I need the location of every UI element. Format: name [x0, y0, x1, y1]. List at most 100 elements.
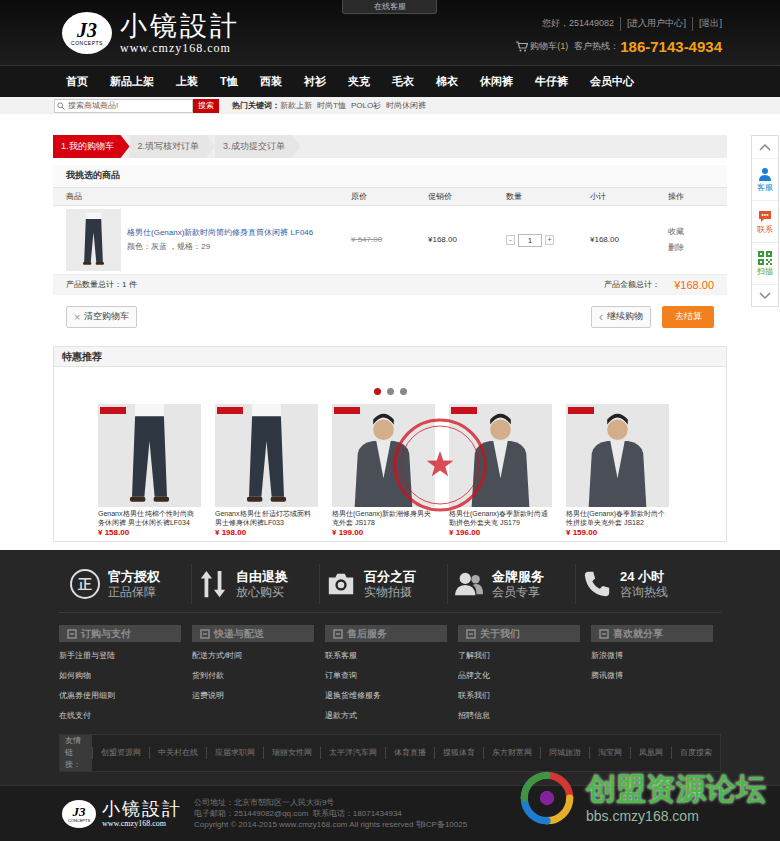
friend-link[interactable]: 淘宝网 [589, 747, 630, 759]
checkout-button[interactable]: 去结算 [662, 306, 714, 328]
continue-shopping-button[interactable]: ‹ 继续购物 [591, 306, 651, 328]
footer-link[interactable]: 如何购物 [59, 666, 181, 686]
user-center-link[interactable]: [进入用户中心] [620, 17, 692, 31]
nav-link[interactable]: 会员中心 [590, 73, 634, 90]
decrease-button[interactable]: - [506, 235, 515, 245]
copyright: Copyright © 2014-2015 www.cmzy168.com Al… [194, 819, 467, 830]
footer-link[interactable]: 了解我们 [458, 646, 580, 666]
product-name[interactable]: Genanx格男仕 舒适灯芯绒面料男士修身休闲裤LF033 [215, 509, 318, 527]
friend-link[interactable]: 同城旅游 [540, 747, 589, 759]
hot-keyword[interactable]: 新款上新 [280, 100, 312, 112]
product-image[interactable] [566, 404, 669, 507]
logout-link[interactable]: [退出] [692, 17, 722, 31]
carousel-dot[interactable] [400, 388, 407, 395]
side-float-item[interactable]: 扫描 [752, 242, 778, 284]
delete-link[interactable]: 删除 [668, 242, 727, 254]
nav-link[interactable]: 夹克 [348, 73, 370, 90]
footer-link[interactable]: 新浪微博 [591, 646, 713, 666]
product-name[interactable]: Genanx格男仕 纯棉个性时尚商务休闲裤 男士休闲长裤LF034 [98, 509, 201, 527]
nav-link[interactable]: 毛衣 [392, 73, 414, 90]
footer-logo[interactable]: J3CONCEPTS小镜設計www.cmzy168.com [62, 799, 182, 829]
brand-tag-icon [100, 407, 126, 414]
nav-link[interactable]: 西装 [260, 73, 282, 90]
product-card[interactable]: Genanx格男仕 纯棉个性时尚商务休闲裤 男士休闲长裤LF034¥ 158.0… [98, 404, 201, 538]
product-price: ¥ 196.00 [449, 528, 552, 538]
footer-link[interactable]: 联系客服 [325, 646, 447, 666]
footer-link[interactable]: 退款方式 [325, 706, 447, 726]
product-image[interactable] [449, 404, 552, 507]
friend-link[interactable]: 瑞丽女性网 [263, 747, 320, 759]
footer-link[interactable]: 招聘信息 [458, 706, 580, 726]
product-image[interactable] [332, 404, 435, 507]
product-card[interactable]: 格男仕(Genanx)春季新款时尚通勤拼色外套夹克 JS179¥ 196.00 [449, 404, 552, 538]
hot-keyword[interactable]: 时尚休闲裤 [386, 100, 426, 112]
favorite-link[interactable]: 收藏 [668, 226, 727, 238]
carousel-dot[interactable] [387, 388, 394, 395]
carousel-dot[interactable] [374, 388, 381, 395]
friend-link[interactable]: 东方财富网 [483, 747, 540, 759]
product-card[interactable]: Genanx格男仕 舒适灯芯绒面料男士修身休闲裤LF033¥ 198.00 [215, 404, 318, 538]
online-service-tab[interactable]: 在线客服 [342, 0, 437, 14]
product-image[interactable] [66, 209, 121, 271]
site-logo[interactable]: J3CONCEPTS小镜設計www.cmzy168.com [62, 11, 240, 55]
footer-link[interactable]: 腾讯微博 [591, 666, 713, 686]
nav-link[interactable]: 休闲裤 [480, 73, 513, 90]
logo-text: 小镜設計www.cmzy168.com [120, 11, 240, 55]
footer-link[interactable]: 新手注册与登陆 [59, 646, 181, 666]
product-image[interactable] [215, 404, 318, 507]
increase-button[interactable]: + [545, 235, 554, 245]
scroll-down-button[interactable] [752, 284, 778, 306]
back-icon: ‹ [599, 311, 603, 323]
product-name[interactable]: 格男仕(Genanx)春季新款时尚通勤拼色外套夹克 JS179 [449, 509, 552, 527]
footer-link[interactable]: 配送方式/时间 [192, 646, 314, 666]
nav-link[interactable]: 新品上架 [110, 73, 154, 90]
footer-column: 售后服务联系客服订单查询退换货维修服务退款方式 [325, 625, 447, 726]
product-card[interactable]: 格男仕(Genanx)新款潮修身男夹克外套 JS178¥ 199.00 [332, 404, 435, 538]
footer-link[interactable]: 订单查询 [325, 666, 447, 686]
selected-goods-title: 我挑选的商品 [53, 165, 727, 187]
site-header: J3CONCEPTS小镜設計www.cmzy168.com 在线客服 您好，25… [0, 0, 780, 65]
footer-link[interactable]: 退换货维修服务 [325, 686, 447, 706]
side-float-item[interactable]: 联系 [752, 200, 778, 242]
scroll-up-button[interactable] [752, 136, 778, 158]
friend-link[interactable]: 搜狐体育 [434, 747, 483, 759]
product-name[interactable]: 格男仕(Genanx)春季新款时尚个性拼接单夹克外套 JS182 [566, 509, 669, 527]
friend-link[interactable]: 体育直播 [385, 747, 434, 759]
seal-stamp-icon [392, 417, 488, 513]
nav-link[interactable]: T恤 [220, 73, 238, 90]
nav-link[interactable]: 首页 [66, 73, 88, 90]
friend-link[interactable]: 太平洋汽车网 [320, 747, 385, 759]
friend-link[interactable]: 中关村在线 [149, 747, 206, 759]
footer-link[interactable]: 货到付款 [192, 666, 314, 686]
side-float-item[interactable]: 客服 [752, 158, 778, 200]
friend-link[interactable]: 应届求职网 [206, 747, 263, 759]
cart-link[interactable]: 购物车(1) [530, 40, 568, 54]
search-input[interactable] [54, 99, 193, 113]
nav-link[interactable]: 棉衣 [436, 73, 458, 90]
exchange-icon [198, 569, 228, 599]
footer-column-title: 快递与配送 [214, 626, 264, 641]
hot-keyword[interactable]: POLO衫 [351, 100, 381, 112]
friend-link[interactable]: 创盟资源网 [92, 747, 149, 759]
search-button[interactable]: 搜索 [193, 99, 219, 113]
nav-link[interactable]: 衬衫 [304, 73, 326, 90]
nav-link[interactable]: 上装 [176, 73, 198, 90]
footer-link[interactable]: 在线支付 [59, 706, 181, 726]
clear-cart-button[interactable]: × 清空购物车 [66, 306, 137, 328]
product-image[interactable] [98, 404, 201, 507]
footer-link[interactable]: 联系我们 [458, 686, 580, 706]
cart-row: 格男仕(Genanx)新款时尚简约修身直筒休闲裤 LF046颜色：灰蓝 ，规格：… [53, 206, 727, 275]
nav-link[interactable]: 牛仔裤 [535, 73, 568, 90]
friend-link[interactable]: 凤凰网 [630, 747, 671, 759]
quantity-field[interactable]: 1 [518, 234, 542, 247]
footer-link-list: 了解我们品牌文化联系我们招聘信息 [458, 646, 580, 726]
service-feature: 金牌服务会员专享 [448, 564, 576, 604]
footer-link[interactable]: 优惠券使用细则 [59, 686, 181, 706]
footer-link[interactable]: 运费说明 [192, 686, 314, 706]
product-card[interactable]: 格男仕(Genanx)春季新款时尚个性拼接单夹克外套 JS182¥ 159.00 [566, 404, 669, 538]
hot-keyword[interactable]: 时尚T恤 [317, 100, 346, 112]
product-name-link[interactable]: 格男仕(Genanx)新款时尚简约修身直筒休闲裤 LF046 [127, 227, 313, 238]
product-name[interactable]: 格男仕(Genanx)新款潮修身男夹克外套 JS178 [332, 509, 435, 527]
footer-link[interactable]: 品牌文化 [458, 666, 580, 686]
friend-link[interactable]: 百度搜索 [671, 747, 720, 759]
